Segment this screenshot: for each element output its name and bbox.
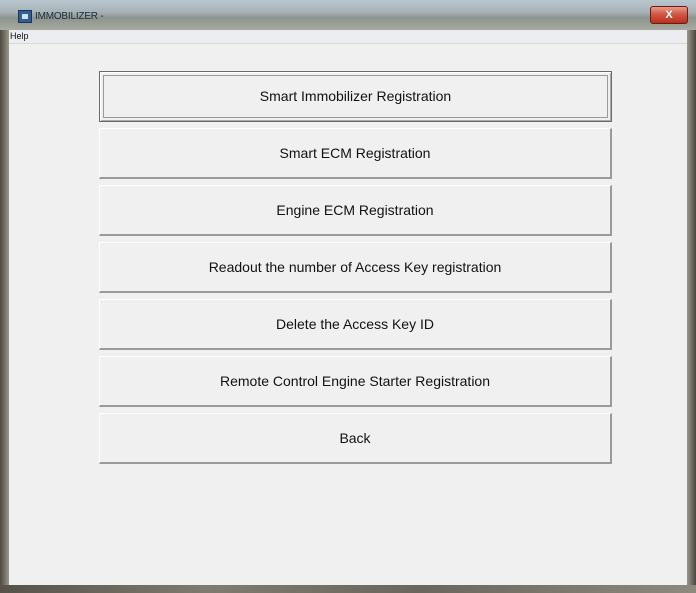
button-label: Smart ECM Registration xyxy=(279,145,431,161)
button-label: Remote Control Engine Starter Registrati… xyxy=(219,373,491,389)
back-button[interactable]: Back xyxy=(99,413,612,464)
application-window: IMMOBILIZER - X Help Smart Immobilizer R… xyxy=(0,0,696,593)
button-label: Smart Immobilizer Registration xyxy=(259,88,452,104)
engine-ecm-registration-button[interactable]: Engine ECM Registration xyxy=(99,185,612,236)
button-label: Back xyxy=(339,430,371,446)
smart-ecm-registration-button[interactable]: Smart ECM Registration xyxy=(99,128,612,179)
content-area: Smart Immobilizer Registration Smart ECM… xyxy=(9,43,687,585)
readout-access-key-count-button[interactable]: Readout the number of Access Key registr… xyxy=(99,242,612,293)
window-frame-left xyxy=(0,30,9,593)
button-label: Engine ECM Registration xyxy=(276,202,434,218)
button-label: Delete the Access Key ID xyxy=(276,316,434,332)
window-title: IMMOBILIZER - xyxy=(35,11,104,22)
app-icon xyxy=(18,10,32,23)
menu-bar: Help xyxy=(9,30,687,43)
window-frame-bottom xyxy=(0,585,696,593)
smart-immobilizer-registration-button[interactable]: Smart Immobilizer Registration xyxy=(99,71,612,122)
menu-help[interactable]: Help xyxy=(10,30,29,43)
window-frame-right xyxy=(687,30,696,593)
remote-engine-starter-registration-button[interactable]: Remote Control Engine Starter Registrati… xyxy=(99,356,612,407)
button-label: Readout the number of Access Key registr… xyxy=(208,259,502,275)
title-bar[interactable]: IMMOBILIZER - X xyxy=(0,0,696,30)
close-button[interactable]: X xyxy=(650,6,688,24)
delete-access-key-id-button[interactable]: Delete the Access Key ID xyxy=(99,299,612,350)
